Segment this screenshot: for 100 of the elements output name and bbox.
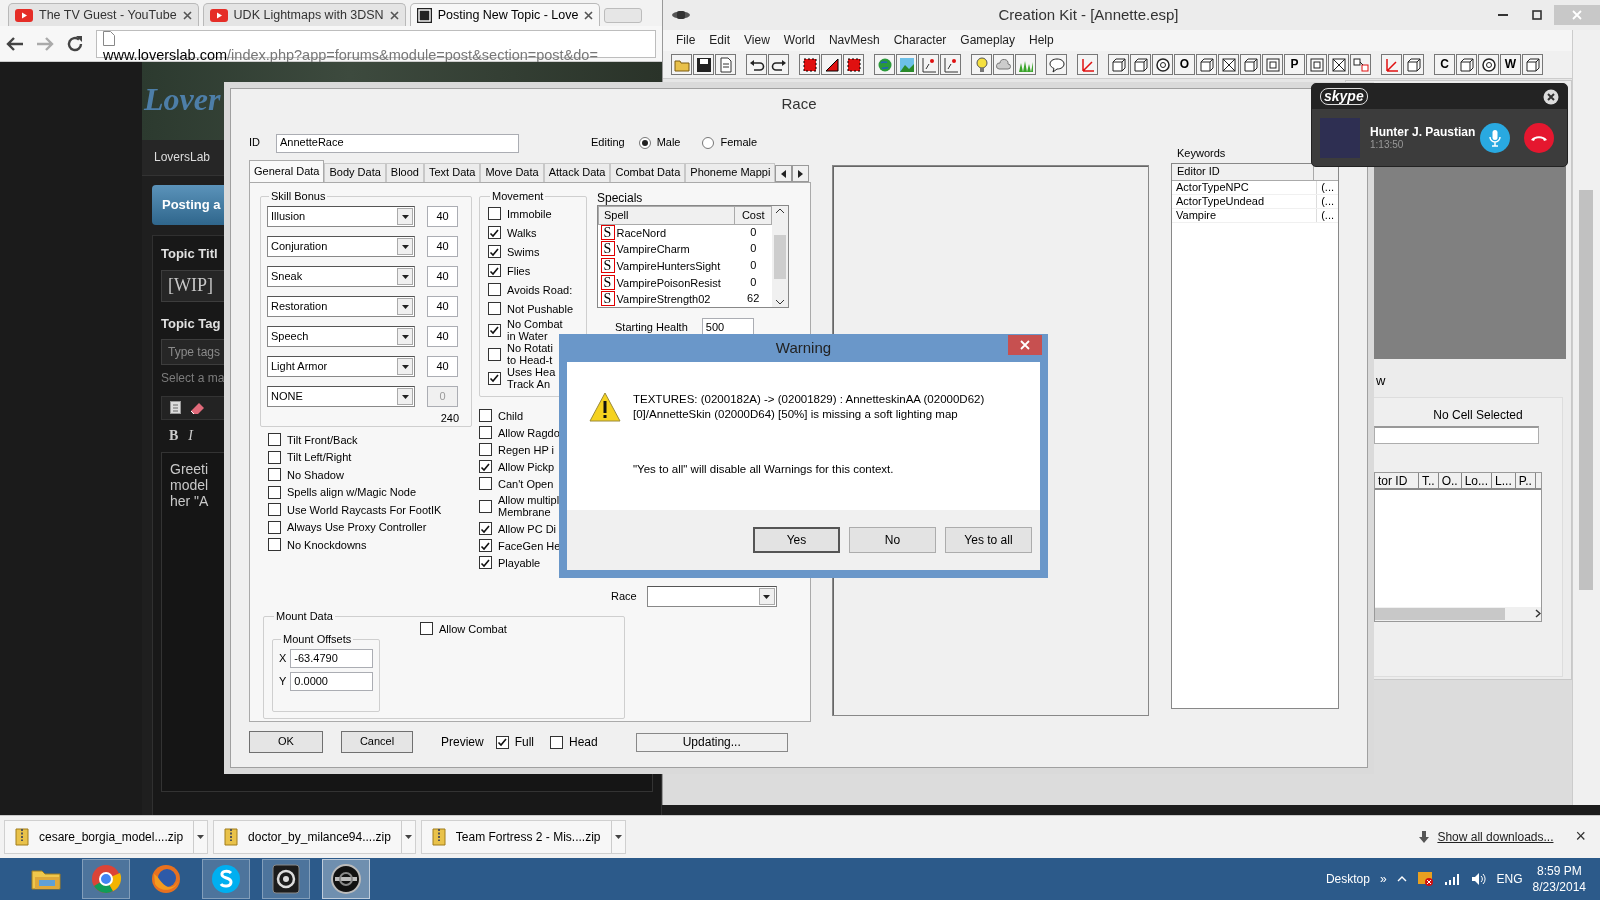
scroll-left-button[interactable] <box>775 165 793 182</box>
breadcrumb-link[interactable]: LoversLab <box>154 150 211 165</box>
checkbox[interactable] <box>479 477 492 490</box>
checkbox[interactable] <box>268 503 281 516</box>
value-field[interactable]: 40 <box>427 356 458 377</box>
checkbox[interactable] <box>488 245 501 258</box>
column-header[interactable]: L... <box>1492 473 1516 488</box>
toolbar-button[interactable] <box>1046 54 1067 75</box>
menu-item[interactable]: World <box>776 33 822 48</box>
menu-item[interactable]: NavMesh <box>821 33 887 48</box>
toolbar-button[interactable] <box>1240 54 1261 75</box>
speaker-icon[interactable] <box>1470 872 1487 886</box>
column-header[interactable]: P.. <box>1515 473 1536 488</box>
close-icon[interactable] <box>389 10 399 20</box>
column-header[interactable]: Lo... <box>1461 473 1493 488</box>
value-field[interactable]: 40 <box>427 266 458 287</box>
skill-dropdown[interactable]: Light Armor <box>267 356 415 377</box>
radio-button[interactable] <box>638 137 651 149</box>
toolbar-button[interactable]: P <box>1284 54 1305 75</box>
caret-icon[interactable] <box>763 594 771 599</box>
toolbar-button[interactable] <box>1328 54 1349 75</box>
menu-item[interactable]: Gameplay <box>953 33 1023 48</box>
skill-dropdown[interactable]: Sneak <box>267 266 415 287</box>
checkbox[interactable] <box>268 538 281 551</box>
checkbox[interactable] <box>420 622 433 635</box>
tab[interactable]: Attack Data <box>543 163 611 182</box>
number-field[interactable]: -63.4790 <box>290 649 373 668</box>
horizontal-scrollbar[interactable] <box>1375 607 1541 621</box>
column-header[interactable]: T.. <box>1419 473 1439 488</box>
checkbox[interactable] <box>488 323 501 337</box>
microphone-icon[interactable] <box>1479 122 1511 154</box>
toolbar-button[interactable]: W <box>1500 54 1521 75</box>
checkbox[interactable] <box>479 443 492 456</box>
toolbar-label[interactable]: Desktop <box>1325 871 1370 887</box>
toolbar-button[interactable] <box>1522 54 1543 75</box>
toolbar-button[interactable] <box>1218 54 1239 75</box>
toolbar-button[interactable] <box>1108 54 1129 75</box>
race-dropdown[interactable] <box>646 586 777 607</box>
ok-button[interactable]: OK <box>249 731 323 753</box>
column-header[interactable]: Cost <box>734 206 772 225</box>
value-field[interactable]: 40 <box>427 236 458 257</box>
checkbox[interactable] <box>479 556 492 569</box>
toolbar-button[interactable]: C <box>1434 54 1455 75</box>
scroll-right-button[interactable] <box>792 165 810 182</box>
checkbox[interactable] <box>268 433 281 446</box>
value-field[interactable]: 40 <box>427 326 458 347</box>
show-all-link[interactable]: Show all downloads... <box>1437 829 1554 845</box>
caret-icon[interactable] <box>401 364 409 369</box>
checkbox[interactable] <box>488 226 501 239</box>
toolbar-button[interactable] <box>821 54 842 75</box>
checkbox[interactable] <box>488 371 501 385</box>
menu-button[interactable] <box>610 821 625 853</box>
caret-icon[interactable] <box>401 274 409 279</box>
cancel-button[interactable]: Cancel <box>341 731 413 753</box>
toolbar-button[interactable] <box>1152 54 1173 75</box>
checkbox[interactable] <box>488 347 501 361</box>
tab[interactable]: Combat Data <box>610 163 686 182</box>
checkbox[interactable] <box>268 468 281 481</box>
checkbox[interactable] <box>268 485 281 499</box>
browser-tab[interactable]: The TV Guest - YouTube <box>8 3 199 26</box>
checkbox[interactable] <box>488 207 501 220</box>
checkbox[interactable] <box>550 735 564 749</box>
toolbar-button[interactable] <box>1478 54 1499 75</box>
reload-icon[interactable] <box>66 34 84 53</box>
signal-icon[interactable] <box>1444 873 1461 885</box>
back-arrow-icon[interactable] <box>6 35 24 52</box>
checkbox[interactable] <box>268 520 281 534</box>
checkbox[interactable] <box>488 283 501 296</box>
skill-dropdown[interactable]: Restoration <box>267 296 415 317</box>
toolbar-button[interactable] <box>693 54 714 75</box>
toolbar-button[interactable] <box>843 54 864 75</box>
toolbar-button[interactable] <box>1456 54 1477 75</box>
toolbar-button[interactable] <box>1403 54 1424 75</box>
chevron-icon[interactable] <box>1396 876 1407 882</box>
format-button[interactable]: B <box>169 427 179 445</box>
hang-up-icon[interactable] <box>1523 122 1555 154</box>
checkbox[interactable] <box>479 522 492 535</box>
checkbox[interactable] <box>479 426 492 439</box>
toolbar-button[interactable] <box>768 54 789 75</box>
dialog-button[interactable]: No <box>849 527 936 553</box>
id-field[interactable]: AnnetteRace <box>276 133 519 153</box>
skill-dropdown[interactable]: Speech <box>267 326 415 347</box>
checkbox[interactable] <box>479 499 492 513</box>
taskbar-button[interactable] <box>262 859 310 899</box>
tab[interactable]: Move Data <box>480 163 544 182</box>
dialog-button[interactable]: Yes to all <box>945 527 1032 553</box>
tab[interactable]: Blood <box>385 163 424 182</box>
toolbar-button[interactable] <box>746 54 767 75</box>
menu-item[interactable]: Edit <box>702 33 738 48</box>
flag-icon[interactable] <box>1416 871 1435 887</box>
column-header[interactable]: O.. <box>1438 473 1462 488</box>
checkbox[interactable] <box>479 409 492 422</box>
expand-toolbar-button[interactable]: » <box>1379 871 1387 887</box>
checkbox[interactable] <box>488 264 501 277</box>
number-field[interactable]: 0.0000 <box>290 672 373 691</box>
caret-icon[interactable] <box>401 244 409 249</box>
menu-item[interactable]: Help <box>1022 33 1061 48</box>
tab[interactable]: General Data <box>249 160 325 182</box>
tab[interactable]: Text Data <box>423 163 481 182</box>
menu-item[interactable]: File <box>669 33 703 48</box>
